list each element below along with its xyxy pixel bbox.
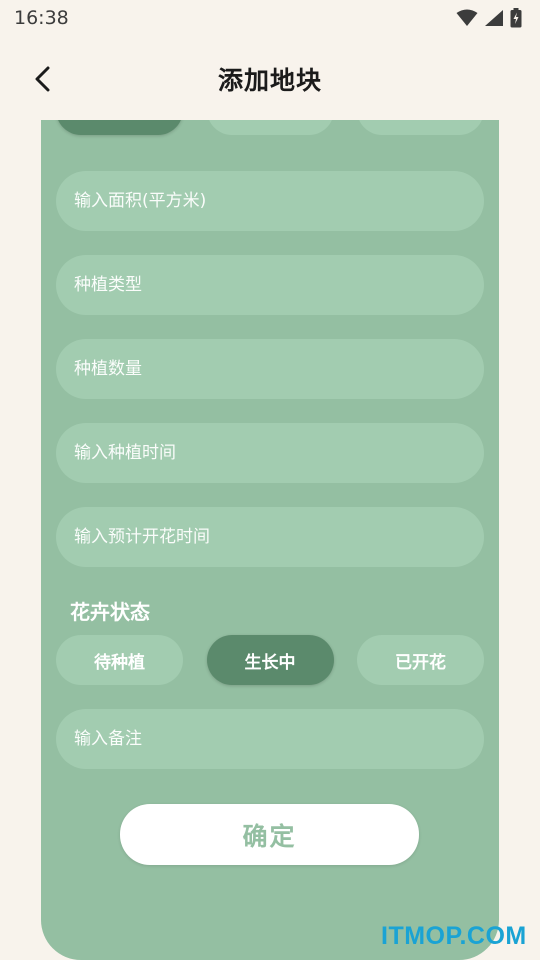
plant-count-input[interactable] — [56, 339, 484, 399]
flower-status-option[interactable]: 已开花 — [357, 635, 484, 685]
back-button[interactable] — [26, 62, 60, 96]
page-title: 添加地块 — [217, 66, 322, 95]
area-input[interactable] — [56, 171, 484, 231]
plot-type-option[interactable]: 盆栽 — [56, 120, 183, 135]
bloom-time-input[interactable] — [56, 507, 484, 567]
battery-charging-icon — [510, 8, 522, 28]
plot-type-option[interactable]: 花田 — [357, 120, 484, 135]
flower-status-label: 花卉状态 — [70, 600, 150, 624]
status-time: 16:38 — [14, 7, 69, 29]
plant-time-input[interactable] — [56, 423, 484, 483]
flower-status-option[interactable]: 待种植 — [56, 635, 183, 685]
plot-type-selector: 盆栽 花园 花田 — [56, 120, 484, 135]
wifi-icon — [456, 9, 478, 26]
status-icons — [456, 8, 522, 28]
chevron-left-icon — [35, 66, 50, 92]
form-card: 盆栽 花园 花田 花卉状态 待种植 生长中 已开花 确定 — [41, 120, 499, 960]
plant-type-input[interactable] — [56, 255, 484, 315]
confirm-button[interactable]: 确定 — [120, 804, 419, 865]
flower-status-selector: 待种植 生长中 已开花 — [56, 635, 484, 685]
plot-type-option[interactable]: 花园 — [206, 120, 334, 135]
watermark: ITMOP.COM — [381, 922, 527, 950]
app-bar: 添加地块 — [0, 48, 540, 110]
status-bar: 16:38 — [0, 0, 540, 36]
cellular-signal-icon — [485, 10, 503, 26]
remarks-input[interactable] — [56, 709, 484, 769]
flower-status-option[interactable]: 生长中 — [206, 635, 334, 685]
